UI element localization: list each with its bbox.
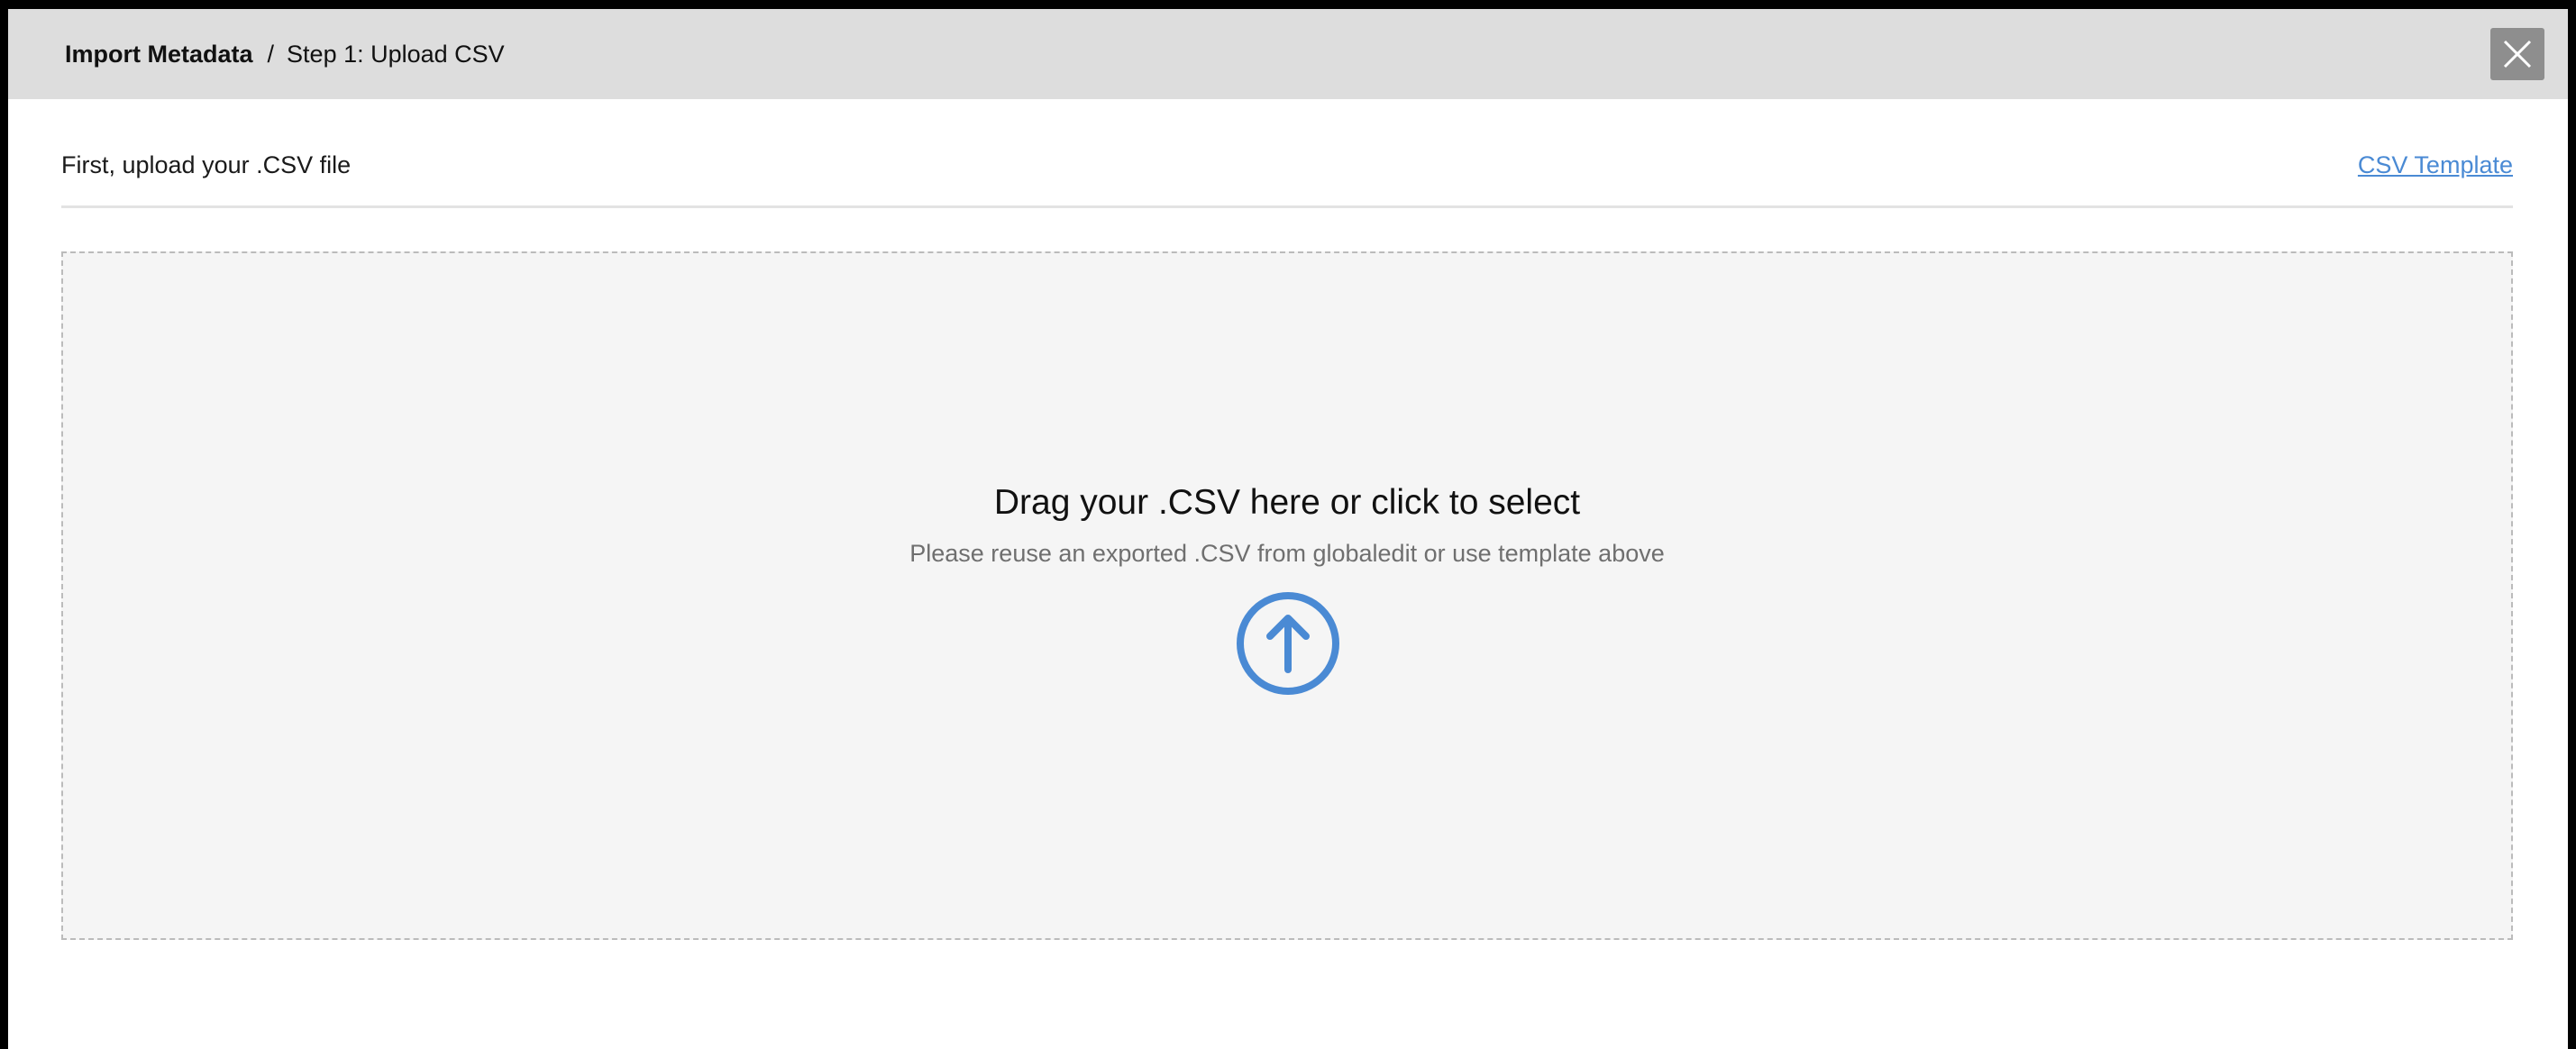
csv-dropzone[interactable]: Drag your .CSV here or click to select P… <box>61 251 2513 940</box>
close-button[interactable] <box>2490 28 2544 80</box>
close-icon <box>2503 40 2532 68</box>
upload-instruction: First, upload your .CSV file <box>61 151 352 178</box>
breadcrumb: Import Metadata / Step 1: Upload CSV <box>65 9 505 99</box>
dropzone-title: Drag your .CSV here or click to select <box>993 483 1581 522</box>
modal-header: Import Metadata / Step 1: Upload CSV <box>8 9 2568 99</box>
import-metadata-modal: Import Metadata / Step 1: Upload CSV Fir… <box>8 9 2568 1049</box>
csv-template-link[interactable]: CSV Template <box>2358 151 2513 179</box>
dropzone-subtitle: Please reuse an exported .CSV from globa… <box>909 540 1665 567</box>
modal-title: Import Metadata <box>65 40 253 68</box>
upload-section-header: First, upload your .CSV file CSV Templat… <box>61 144 2513 208</box>
breadcrumb-separator: / <box>267 40 275 68</box>
step-label: Step 1: Upload CSV <box>287 40 505 68</box>
upload-arrow-icon[interactable] <box>1235 590 1341 697</box>
